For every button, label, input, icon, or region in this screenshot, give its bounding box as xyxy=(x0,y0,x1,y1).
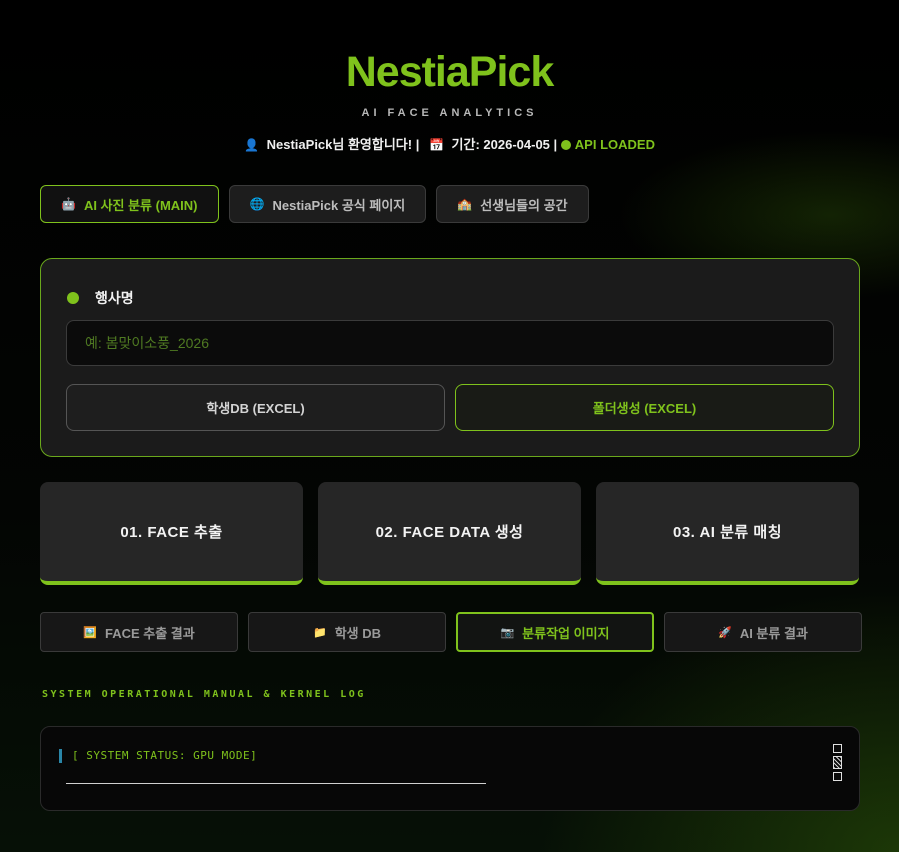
event-button-row: 학생DB (EXCEL) 폴더생성 (EXCEL) xyxy=(66,384,834,431)
tab-sorting-images[interactable]: 📷 분류작업 이미지 xyxy=(456,612,654,652)
log-divider xyxy=(66,783,486,784)
picture-icon: 🖼️ xyxy=(83,626,97,639)
scroll-down-arrow[interactable] xyxy=(833,772,842,781)
rocket-icon: 🚀 xyxy=(718,626,732,639)
status-dot-icon xyxy=(67,292,79,304)
kernel-log-panel: [ SYSTEM STATUS: GPU MODE] xyxy=(40,726,860,811)
app-root: NestiaPick AI FACE ANALYTICS 👤 NestiaPic… xyxy=(0,0,899,852)
robot-icon: 🤖 xyxy=(61,197,76,211)
status-dot-icon xyxy=(560,140,571,150)
tab-label: 선생님들의 공간 xyxy=(480,197,568,213)
scroll-thumb[interactable] xyxy=(833,756,842,769)
school-icon: 🏫 xyxy=(457,197,473,211)
tab-official-page[interactable]: 🌐 NestiaPick 공식 페이지 xyxy=(228,185,427,223)
event-card: 행사명 학생DB (EXCEL) 폴더생성 (EXCEL) xyxy=(40,258,860,457)
calendar-icon: 📅 xyxy=(428,138,444,152)
api-status: API LOADED xyxy=(560,137,655,152)
tab-student-db[interactable]: 📁 학생 DB xyxy=(248,612,446,652)
scroll-up-arrow[interactable] xyxy=(833,744,842,753)
app-logo: NestiaPick xyxy=(345,48,555,96)
camera-icon: 📷 xyxy=(500,626,515,639)
tab-label: NestiaPick 공식 페이지 xyxy=(272,197,406,213)
period-text: 기간: 2026-04-05 | xyxy=(451,137,558,152)
user-icon: 👤 xyxy=(244,138,259,152)
globe-icon: 🌐 xyxy=(249,197,265,211)
step-ai-match-button[interactable]: 03. AI 분류 매칭 xyxy=(596,482,859,585)
tab-ai-photo-sort[interactable]: 🤖 AI 사진 분류 (MAIN) xyxy=(40,185,219,223)
student-db-excel-button[interactable]: 학생DB (EXCEL) xyxy=(66,384,445,431)
process-steps: 01. FACE 추출 02. FACE DATA 생성 03. AI 분류 매… xyxy=(40,482,859,585)
log-scrollbar[interactable] xyxy=(833,744,843,784)
welcome-bar: 👤 NestiaPick님 환영합니다! | 📅 기간: 2026-04-05 … xyxy=(0,134,899,153)
step-face-data-button[interactable]: 02. FACE DATA 생성 xyxy=(318,482,581,585)
manual-section-title: SYSTEM OPERATIONAL MANUAL & KERNEL LOG xyxy=(42,689,366,700)
tab-face-extract-result[interactable]: 🖼️ FACE 추출 결과 xyxy=(40,612,238,652)
folder-icon: 📁 xyxy=(312,626,327,639)
main-nav-tabs: 🤖 AI 사진 분류 (MAIN) 🌐 NestiaPick 공식 페이지 🏫 … xyxy=(40,185,589,223)
app-subtitle: AI FACE ANALYTICS xyxy=(361,107,538,119)
step-face-extract-button[interactable]: 01. FACE 추출 xyxy=(40,482,303,585)
tab-ai-sort-result[interactable]: 🚀 AI 분류 결과 xyxy=(664,612,862,652)
welcome-text: NestiaPick님 환영합니다! | xyxy=(266,137,420,152)
event-name-label: 행사명 xyxy=(67,288,134,308)
event-name-input[interactable] xyxy=(66,320,834,366)
create-folder-excel-button[interactable]: 폴더생성 (EXCEL) xyxy=(455,384,834,431)
log-line: [ SYSTEM STATUS: GPU MODE] xyxy=(59,749,257,763)
tab-teachers-space[interactable]: 🏫 선생님들의 공간 xyxy=(436,185,589,223)
result-tabs: 🖼️ FACE 추출 결과 📁 학생 DB 📷 분류작업 이미지 🚀 AI 분류… xyxy=(40,612,862,652)
tab-label: AI 사진 분류 (MAIN) xyxy=(83,197,198,213)
